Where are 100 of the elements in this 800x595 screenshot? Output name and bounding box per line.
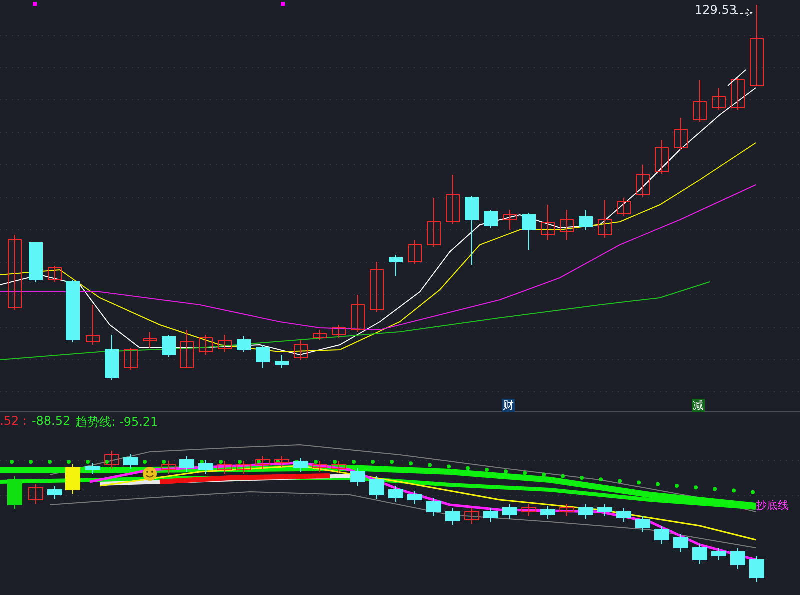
signal-dot [466, 466, 470, 470]
candlestick [351, 294, 365, 332]
candlestick [484, 210, 498, 228]
signal-dot [219, 460, 223, 464]
signal-dot [751, 490, 755, 494]
candlestick [180, 330, 194, 368]
candlestick [124, 348, 138, 370]
candlestick [48, 486, 62, 500]
signal-dot [238, 460, 242, 464]
candlestick [332, 460, 346, 474]
candlestick [541, 204, 555, 240]
signal-dot [637, 480, 641, 485]
candlestick [522, 212, 536, 250]
signal-dot [143, 460, 147, 464]
signal-dot [561, 474, 565, 478]
signal-dot [732, 488, 736, 493]
candlestick [636, 164, 650, 198]
candlestick [389, 254, 403, 276]
candlestick [294, 340, 308, 360]
candlestick [388, 486, 404, 502]
candlestick [199, 334, 213, 356]
signal-dot [409, 462, 413, 466]
candlestick [162, 460, 176, 474]
indicator-reading: -88.52 [32, 414, 71, 430]
candlestick [274, 456, 290, 468]
candlestick [370, 476, 384, 500]
candlestick [730, 548, 746, 570]
indicator-reading: .52 : [0, 414, 27, 430]
candlestick [236, 460, 252, 474]
candlestick [598, 504, 612, 516]
event-marker[interactable]: 财 [502, 399, 515, 412]
candlestick [66, 280, 80, 342]
candlestick [426, 498, 442, 516]
candlestick [446, 174, 460, 224]
signal-dot [618, 479, 622, 484]
candlestick [750, 556, 764, 582]
candlestick [180, 456, 194, 472]
candlestick [66, 464, 80, 494]
candlestick [560, 504, 574, 516]
signal-dot [656, 482, 660, 486]
candlestick [693, 80, 707, 122]
candlestick [86, 304, 100, 346]
candlestick [28, 484, 44, 504]
signal-dot [447, 464, 451, 469]
candlestick [143, 332, 157, 348]
signal-dot [485, 468, 489, 472]
candlestick [408, 490, 422, 504]
candlestick [105, 334, 119, 380]
candlestick [162, 334, 176, 358]
line-label: 抄底线 [756, 498, 789, 513]
candlestick [712, 88, 726, 110]
signal-dot [48, 460, 52, 464]
trend-line [728, 70, 746, 86]
event-marker[interactable]: 减 [692, 399, 705, 412]
candlestick [712, 548, 726, 560]
candlestick [408, 240, 422, 264]
signal-dot [314, 460, 318, 464]
signal-dot [428, 463, 432, 468]
candlestick [218, 334, 232, 352]
signal-dot [257, 460, 261, 464]
signal-dot [86, 460, 90, 464]
candlestick [484, 508, 498, 522]
candlestick [617, 198, 631, 216]
candlestick [502, 504, 518, 520]
signal-dot [67, 460, 71, 464]
indicator-reading: 趋势线: -95.21 [76, 414, 158, 431]
candlestick [312, 460, 328, 472]
candlestick [294, 458, 308, 472]
candlestick [427, 198, 441, 248]
candlestick [598, 200, 612, 238]
candlestick [370, 262, 384, 312]
candlestick [636, 516, 650, 532]
signal-dot [675, 484, 679, 488]
candlestick [104, 450, 120, 470]
candlestick [86, 462, 100, 474]
candlestick [560, 210, 574, 240]
candlestick [198, 460, 214, 474]
candlestick [522, 504, 536, 516]
signal-dot [29, 460, 33, 464]
candlestick [124, 454, 138, 470]
signal-dot [352, 460, 356, 464]
candlestick [8, 476, 22, 510]
signal-dot [105, 460, 109, 464]
candlestick [465, 196, 479, 266]
candlestick [350, 468, 366, 486]
candlestick [464, 508, 480, 524]
candlestick [731, 78, 745, 110]
signal-dot [713, 487, 717, 492]
smiley-icon [143, 467, 157, 481]
candlestick [332, 324, 346, 338]
candlestick [674, 534, 688, 552]
pointer-arrow [734, 8, 753, 16]
signal-dot [162, 460, 166, 464]
candlestick [29, 242, 43, 282]
candlestick [446, 508, 460, 526]
candlestick [503, 210, 517, 230]
signal-dot [599, 478, 603, 482]
candlestick [578, 504, 594, 520]
signal-dot [200, 460, 204, 464]
signal-dot [333, 460, 337, 464]
